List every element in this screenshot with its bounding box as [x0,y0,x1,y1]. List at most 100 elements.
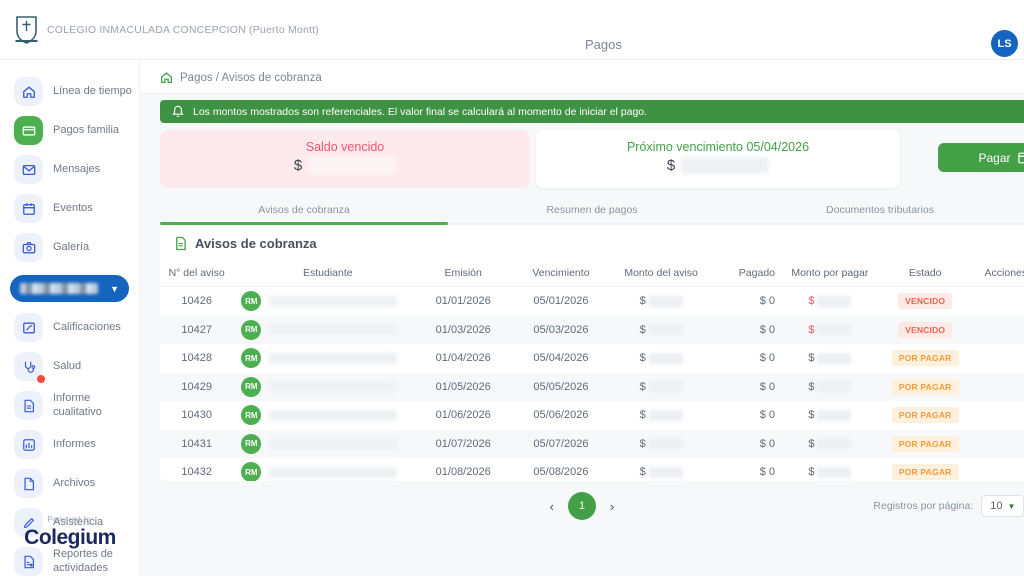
per-page-label: Registros por página: [873,500,973,512]
col-header-estado: Estado [879,267,972,279]
aviso-number: 10429 [160,381,233,393]
info-banner: Los montos mostrados son referenciales. … [160,100,1024,123]
amount-redacted [817,296,851,307]
table-row[interactable]: 10430RM01/06/202605/06/2026$$ 0$POR PAGA… [160,401,1024,430]
pagado-cell: $ 0 [712,409,781,421]
per-page-select[interactable]: 10 ▼ [981,495,1024,517]
camera-icon [14,233,43,262]
emision-date: 01/05/2026 [414,381,512,393]
col-header-acciones: Acciones [972,267,1024,279]
sidebar-item-informes[interactable]: Informes [0,425,139,464]
tab-avisos-de-cobranza[interactable]: Avisos de cobranza [160,198,448,223]
pagado-cell: $ 0 [712,466,781,478]
banner-text: Los montos mostrados son referenciales. … [193,106,647,118]
sidebar-item-pagos-familia[interactable]: Pagos familia [0,111,139,150]
monto-cell: $ [610,466,713,478]
amount-redacted [649,410,683,421]
overdue-balance-card: Saldo vencido $ [160,130,530,188]
emision-date: 01/03/2026 [414,324,512,336]
sidebar-item-linea-de-tiempo[interactable]: Línea de tiempo [0,72,139,111]
monto-por-pagar-cell: $ [781,466,879,478]
student-cell: RM [233,462,414,481]
sidebar-item-salud[interactable]: Salud [0,347,139,386]
col-header-emision: Emisión [414,267,512,279]
monto-por-pagar-cell: $ [781,438,879,450]
sidebar: Línea de tiempo Pagos familia Mensajes E… [0,60,140,576]
prev-page-button[interactable]: ‹ [550,499,554,514]
sidebar-item-eventos[interactable]: Eventos [0,189,139,228]
activity-report-icon [14,547,43,576]
home-icon [14,77,43,106]
next-due-card: Próximo vencimiento 05/04/2026 $ [536,130,900,188]
file-icon [14,469,43,498]
vencimiento-date: 05/06/2026 [512,409,610,421]
aviso-number: 10426 [160,295,233,307]
vencimiento-date: 05/04/2026 [512,352,610,364]
col-header-monto-por-pagar: Monto por pagar [781,267,879,279]
powered-by-label: Powered by [0,515,140,524]
top-header: COLEGIO INMACULADA CONCEPCION (Puerto Mo… [0,0,1024,60]
sidebar-item-galeria[interactable]: Galería [0,228,139,267]
notices-table-card: Avisos de cobranza N° del aviso Estudian… [160,225,1024,481]
breadcrumb-home-icon[interactable] [160,71,173,84]
table-body: 10426RM01/01/202605/01/2026$$ 0$VENCIDO1… [160,287,1024,481]
currency-sign: $ [640,409,646,421]
estado-cell: POR PAGAR [879,379,972,395]
table-row[interactable]: 10427RM01/03/202605/03/2026$$ 0$VENCIDO [160,316,1024,345]
student-name-redacted [269,381,397,392]
next-page-button[interactable]: › [610,499,614,514]
student-name-redacted [269,467,397,478]
currency-sign: $ [808,409,814,421]
calendar-icon [14,194,43,223]
currency-sign: $ [640,438,646,450]
amount-redacted [817,467,851,478]
sidebar-item-calificaciones[interactable]: Calificaciones [0,308,139,347]
notification-dot [37,375,45,383]
monto-por-pagar-cell: $ [781,324,879,336]
vencimiento-date: 05/07/2026 [512,438,610,450]
page-number-button[interactable]: 1 [568,492,596,520]
status-badge: VENCIDO [898,293,952,309]
sidebar-item-mensajes[interactable]: Mensajes [0,150,139,189]
currency-sign: $ [808,381,814,393]
monto-por-pagar-cell: $ [781,381,879,393]
currency-sign: $ [667,157,675,174]
pagado-cell: $ 0 [712,438,781,450]
amount-redacted [649,296,683,307]
status-badge: VENCIDO [898,322,952,338]
student-cell: RM [233,320,414,340]
school-brand: COLEGIO INMACULADA CONCEPCION (Puerto Mo… [0,14,420,45]
sidebar-item-archivos[interactable]: Archivos [0,464,139,503]
table-row[interactable]: 10429RM01/05/202605/05/2026$$ 0$POR PAGA… [160,373,1024,402]
student-avatar: RM [241,348,261,368]
vencimiento-date: 05/01/2026 [512,295,610,307]
amount-redacted [817,381,851,392]
table-row[interactable]: 10431RM01/07/202605/07/2026$$ 0$POR PAGA… [160,430,1024,459]
table-title-row: Avisos de cobranza [160,225,1024,259]
student-avatar: RM [241,320,261,340]
tab-resumen-de-pagos[interactable]: Resumen de pagos [448,198,736,223]
amount-redacted [817,353,851,364]
user-avatar[interactable]: LS [991,30,1018,57]
sidebar-item-informe-cualitativo[interactable]: Informe cualitativo [0,386,139,425]
pay-button[interactable]: Pagar [938,143,1024,172]
student-name-redacted [269,296,397,307]
student-avatar: RM [241,405,261,425]
student-avatar: RM [241,434,261,454]
student-selector[interactable]: ▼ [10,275,129,302]
currency-sign: $ [808,352,814,364]
table-row[interactable]: 10426RM01/01/202605/01/2026$$ 0$VENCIDO [160,287,1024,316]
aviso-number: 10427 [160,324,233,336]
envelope-icon [14,155,43,184]
estado-cell: VENCIDO [879,293,972,309]
currency-sign: $ [808,466,814,478]
col-header-pagado: Pagado [712,267,781,279]
breadcrumb-text[interactable]: Pagos / Avisos de cobranza [180,72,322,84]
monto-cell: $ [610,295,713,307]
table-row[interactable]: 10432RM01/08/202605/08/2026$$ 0$POR PAGA… [160,458,1024,481]
tab-documentos-tributarios[interactable]: Documentos tributarios [736,198,1024,223]
page-title: Pagos [585,37,622,52]
table-row[interactable]: 10428RM01/04/202605/04/2026$$ 0$POR PAGA… [160,344,1024,373]
pagado-cell: $ 0 [712,352,781,364]
school-name: COLEGIO INMACULADA CONCEPCION (Puerto Mo… [47,24,319,36]
